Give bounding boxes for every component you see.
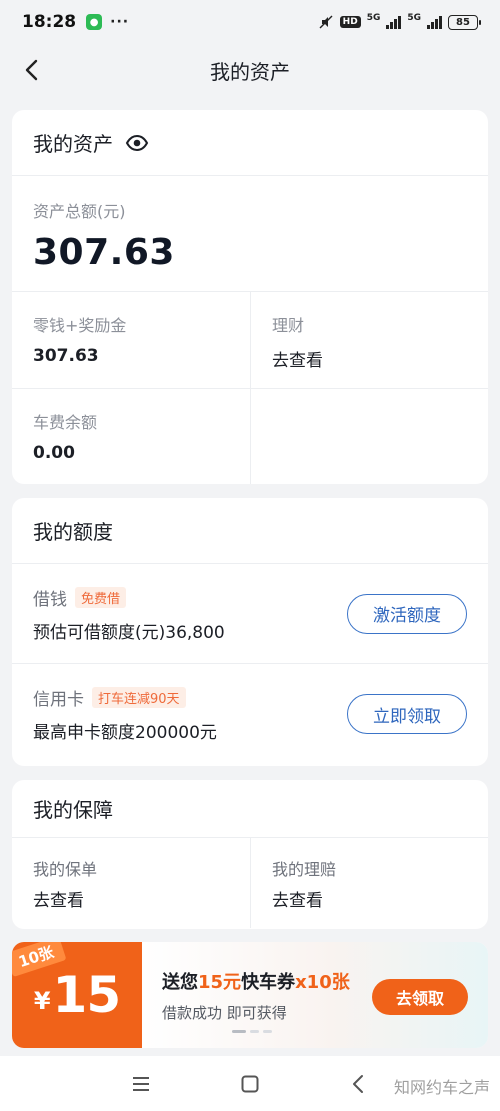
protection-title: 我的保障 [33, 798, 113, 822]
credit-card-label: 信用卡 [33, 690, 84, 710]
total-assets-label: 资产总额(元) [33, 202, 126, 221]
fare-cell[interactable]: 车费余额 0.00 [12, 389, 250, 484]
hd-badge: HD [339, 16, 361, 28]
wealth-cell[interactable]: 理财 去查看 [250, 292, 488, 388]
coupon-currency: ¥ [33, 987, 51, 1015]
protection-card: 我的保障 我的保单 去查看 我的理赔 去查看 [12, 780, 488, 929]
credit-card-row[interactable]: 信用卡 打车连减90天 最高申卡额度200000元 立即领取 [12, 664, 488, 764]
policy-label: 我的保单 [33, 860, 98, 879]
status-bar: 18:28 ● ··· HD 5G 5G 85 [0, 0, 500, 44]
wealth-link[interactable]: 去查看 [272, 346, 467, 371]
total-assets: 资产总额(元) 307.63 [12, 176, 488, 292]
quota-card: 我的额度 借钱 免费借 预估可借额度(元)36,800 激活额度 信用卡 打车连… [12, 498, 488, 766]
credit-card-desc: 最高申卡额度200000元 [33, 723, 217, 743]
signal-icon-2 [427, 15, 442, 29]
signal-icon [386, 15, 402, 29]
carousel-dot [250, 1030, 259, 1033]
total-assets-value: 307.63 [33, 232, 175, 273]
chevron-left-icon [25, 59, 38, 81]
protection-card-header: 我的保障 [12, 780, 488, 838]
assets-card: 我的资产 资产总额(元) 307.63 零钱+奖励金 307.63 理财 去查看… [12, 110, 488, 484]
loan-tag: 免费借 [75, 586, 127, 608]
assets-card-header: 我的资产 [12, 110, 488, 176]
coupon-badge: 10张 ¥ 15 [12, 942, 142, 1048]
watermark: 知网约车之声 [393, 1078, 490, 1097]
back-nav-button[interactable] [344, 1070, 372, 1098]
empty-cell [250, 389, 488, 484]
loan-desc: 预估可借额度(元)36,800 [33, 622, 225, 643]
claim-now-button[interactable]: 立即领取 [347, 694, 467, 734]
banner-title-highlight-2: x10张 [295, 971, 350, 993]
back-button[interactable] [18, 56, 46, 84]
menu-nav-button[interactable] [127, 1070, 155, 1098]
status-time: 18:28 [22, 12, 77, 32]
fare-value: 0.00 [33, 443, 75, 463]
change-label: 零钱+奖励金 [33, 316, 127, 335]
banner-title-highlight: 15元 [198, 971, 242, 993]
policy-cell[interactable]: 我的保单 去查看 [12, 838, 250, 928]
wealth-label: 理财 [272, 316, 305, 335]
loan-row[interactable]: 借钱 免费借 预估可借额度(元)36,800 激活额度 [12, 564, 488, 664]
assets-grid-row-2: 车费余额 0.00 [12, 389, 488, 484]
credit-card-info: 信用卡 打车连减90天 最高申卡额度200000元 [33, 685, 347, 743]
policy-link[interactable]: 去查看 [33, 886, 229, 911]
banner-body: 送您15元快车券x10张 借款成功 即可获得 去领取 [142, 942, 488, 1048]
activate-quota-button[interactable]: 激活额度 [347, 593, 467, 634]
network-type-2: 5G [407, 13, 421, 23]
status-indicators: HD 5G 5G 85 [318, 13, 481, 30]
protection-grid: 我的保单 去查看 我的理赔 去查看 [12, 838, 488, 928]
banner-title-mid: 快车券 [241, 971, 296, 993]
claim-label: 我的理赔 [272, 860, 337, 879]
claim-coupon-button[interactable]: 去领取 [372, 979, 468, 1015]
quota-card-header: 我的额度 [12, 498, 488, 564]
banner-title-pre: 送您 [162, 971, 198, 993]
quota-title: 我的额度 [33, 520, 113, 544]
page-header: 我的资产 [0, 44, 500, 96]
home-nav-button[interactable] [236, 1070, 264, 1098]
status-more-icon: ··· [110, 14, 130, 30]
menu-icon [133, 1077, 149, 1091]
carousel-dot-active [232, 1030, 246, 1033]
vibrate-mute-icon [319, 15, 333, 29]
loan-label: 借钱 [33, 589, 67, 610]
assets-grid-row-1: 零钱+奖励金 307.63 理财 去查看 [12, 292, 488, 389]
fare-label: 车费余额 [33, 413, 98, 432]
eye-icon[interactable] [125, 131, 149, 155]
loan-info: 借钱 免费借 预估可借额度(元)36,800 [33, 585, 347, 643]
battery-icon: 85 [448, 14, 481, 30]
carousel-dots [232, 1030, 272, 1033]
page-title: 我的资产 [210, 59, 290, 84]
back-triangle-icon [353, 1075, 363, 1093]
change-value: 307.63 [33, 346, 99, 366]
credit-card-tag: 打车连减90天 [92, 687, 186, 708]
change-cell[interactable]: 零钱+奖励金 307.63 [12, 292, 250, 388]
claim-cell[interactable]: 我的理赔 去查看 [250, 838, 488, 928]
home-square-icon [241, 1075, 259, 1093]
network-type-1: 5G [366, 13, 381, 23]
wechat-notification-icon: ● [86, 14, 103, 30]
system-nav-bar: 知网约车之声 [0, 1056, 500, 1111]
claim-link[interactable]: 去查看 [272, 886, 467, 911]
assets-title: 我的资产 [33, 132, 113, 156]
carousel-dot [263, 1030, 272, 1033]
coupon-amount: 15 [52, 966, 122, 1024]
